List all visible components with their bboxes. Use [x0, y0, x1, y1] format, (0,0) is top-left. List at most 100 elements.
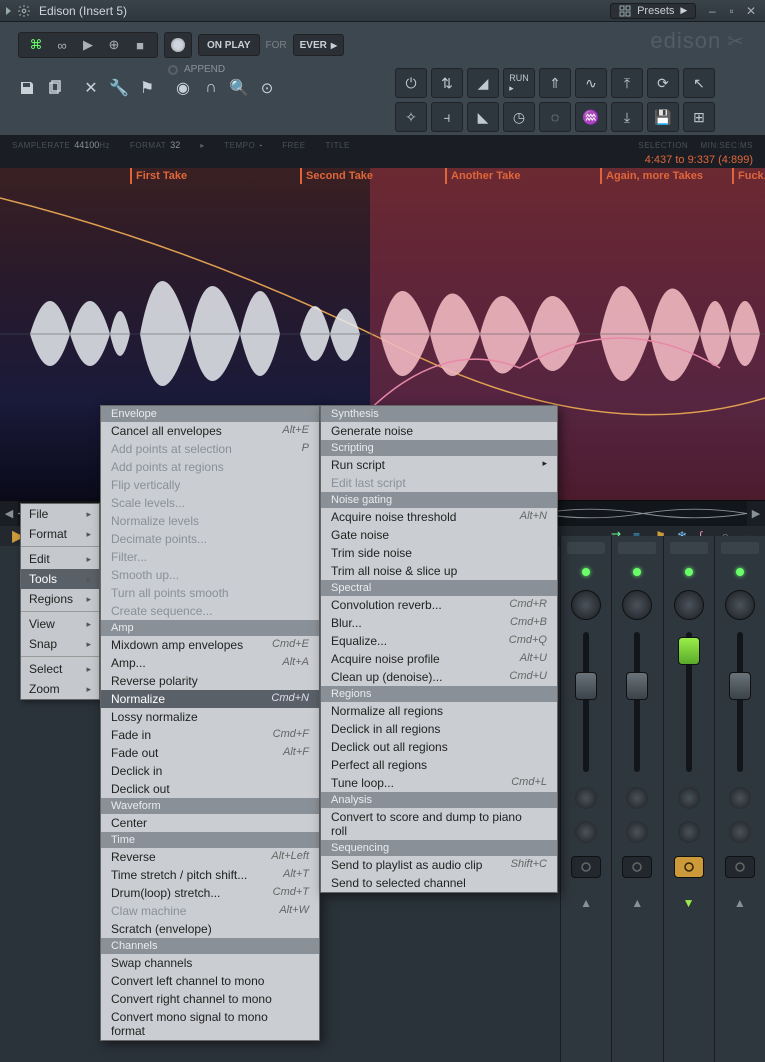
menu-item[interactable]: Center — [101, 814, 319, 832]
pan-knob[interactable] — [622, 590, 652, 620]
save-disk-icon[interactable]: 💾 — [647, 102, 679, 132]
route-button[interactable] — [725, 856, 755, 878]
menu-item[interactable]: Convert mono signal to mono format — [101, 1008, 319, 1040]
menu-item[interactable]: Clean up (denoise)...Cmd+U — [321, 668, 557, 686]
drop-icon[interactable]: ◌ — [539, 102, 571, 132]
fader-track[interactable] — [737, 632, 743, 772]
region-marker[interactable]: Fuck.. — [732, 168, 765, 184]
minimize-icon[interactable]: – — [704, 4, 720, 18]
menu-item[interactable]: Generate noise — [321, 422, 557, 440]
wave-icon[interactable]: ∿ — [575, 68, 607, 98]
save-icon[interactable] — [18, 79, 36, 97]
arrow-up-icon[interactable]: ▲ — [631, 896, 643, 910]
tune-icon[interactable]: ⇅ — [431, 68, 463, 98]
fader-track[interactable] — [686, 632, 692, 772]
menu-item[interactable]: Fade inCmd+F — [101, 726, 319, 744]
menu-item[interactable]: Normalize all regions — [321, 702, 557, 720]
menu-item[interactable]: Swap channels — [101, 954, 319, 972]
menu-item[interactable]: Declick in all regions — [321, 720, 557, 738]
export-drag-icon[interactable]: ⤓ — [611, 102, 643, 132]
beat-icon[interactable]: ⫞ — [431, 102, 463, 132]
menu-item[interactable]: Lossy normalize — [101, 708, 319, 726]
fader-cap[interactable] — [626, 672, 648, 700]
link-icon[interactable]: ⌘ — [27, 36, 45, 54]
menu-item[interactable]: Send to selected channel — [321, 874, 557, 892]
refresh-icon[interactable]: ⟳ — [647, 68, 679, 98]
menu-item[interactable]: Amp...Alt+A — [101, 654, 319, 672]
slice-icon[interactable]: ✧ — [395, 102, 427, 132]
zoom-icon[interactable]: 🔍 — [230, 79, 248, 97]
route-button[interactable] — [571, 856, 601, 878]
main-menu-item-view[interactable]: View▸ — [21, 614, 99, 634]
menu-item[interactable]: NormalizeCmd+N — [101, 690, 319, 708]
arrow-up-icon[interactable]: ▲ — [734, 896, 746, 910]
track-label[interactable] — [567, 542, 605, 554]
eye-icon[interactable]: ◉ — [174, 79, 192, 97]
menu-item[interactable]: Reverse polarity — [101, 672, 319, 690]
track-led-icon[interactable] — [633, 568, 641, 576]
menu-item[interactable]: Blur...Cmd+B — [321, 614, 557, 632]
main-menu-item-format[interactable]: Format▸ — [21, 524, 99, 544]
fader-track[interactable] — [583, 632, 589, 772]
menu-item[interactable]: Equalize...Cmd+Q — [321, 632, 557, 650]
region-marker[interactable]: First Take — [130, 168, 191, 184]
menu-item[interactable]: Declick in — [101, 762, 319, 780]
route-button[interactable] — [622, 856, 652, 878]
menu-item[interactable]: Declick out all regions — [321, 738, 557, 756]
menu-item[interactable]: Tune loop...Cmd+L — [321, 774, 557, 792]
presets-button[interactable]: Presets ▶ — [610, 3, 696, 19]
menu-item[interactable]: Run script▸ — [321, 456, 557, 474]
close-icon[interactable]: ✕ — [743, 4, 759, 18]
route-button[interactable] — [674, 856, 704, 878]
main-menu-item-select[interactable]: Select▸ — [21, 659, 99, 679]
fader-cap[interactable] — [729, 672, 751, 700]
send-knob[interactable] — [729, 821, 751, 843]
scroll-left-icon[interactable]: ◀ — [0, 501, 18, 526]
main-menu-item-snap[interactable]: Snap▸ — [21, 634, 99, 654]
menu-item[interactable]: Time stretch / pitch shift...Alt+T — [101, 866, 319, 884]
menu-item[interactable]: Send to playlist as audio clipShift+C — [321, 856, 557, 874]
fader-cap[interactable] — [575, 672, 597, 700]
region-marker[interactable]: Another Take — [445, 168, 524, 184]
fader-track[interactable] — [634, 632, 640, 772]
ever-button[interactable]: EVER ▶ — [293, 34, 344, 56]
region-marker[interactable]: Again, more Takes — [600, 168, 707, 184]
menu-item[interactable]: Declick out — [101, 780, 319, 798]
headphones-icon[interactable]: ∩ — [202, 79, 220, 97]
send-knob[interactable] — [729, 787, 751, 809]
menu-item[interactable]: Gate noise — [321, 526, 557, 544]
loop-icon[interactable]: ∞ — [53, 36, 71, 54]
append-radio[interactable] — [168, 65, 178, 75]
arrow-up-icon[interactable]: ▲ — [580, 896, 592, 910]
main-menu-item-zoom[interactable]: Zoom▸ — [21, 679, 99, 699]
fader-cap[interactable] — [678, 637, 700, 665]
arrow-down-icon[interactable]: ▼ — [683, 896, 695, 910]
menu-item[interactable]: Drum(loop) stretch...Cmd+T — [101, 884, 319, 902]
send-knob[interactable] — [626, 787, 648, 809]
track-label[interactable] — [721, 542, 759, 554]
menu-item[interactable]: Convolution reverb...Cmd+R — [321, 596, 557, 614]
fade-out-icon[interactable]: ◢ — [467, 68, 499, 98]
menu-item[interactable]: ReverseAlt+Left — [101, 848, 319, 866]
menu-item[interactable]: Fade outAlt+F — [101, 744, 319, 762]
import-icon[interactable]: ⤒ — [611, 68, 643, 98]
pan-knob[interactable] — [674, 590, 704, 620]
menu-item[interactable]: Perfect all regions — [321, 756, 557, 774]
rocket-icon[interactable]: ⇑ — [539, 68, 571, 98]
scroll-right-icon[interactable]: ▶ — [747, 501, 765, 526]
wrench-icon[interactable]: 🔧 — [110, 79, 128, 97]
eq-icon[interactable]: ♒ — [575, 102, 607, 132]
region-marker[interactable]: Second Take — [300, 168, 377, 184]
run-icon[interactable]: RUN▸ — [503, 68, 535, 98]
menu-item[interactable]: Trim side noise — [321, 544, 557, 562]
power-icon[interactable]: ⏻ — [395, 68, 427, 98]
pan-knob[interactable] — [571, 590, 601, 620]
main-menu-item-tools[interactable]: Tools▸ — [21, 569, 99, 589]
clock-icon[interactable]: ◷ — [503, 102, 535, 132]
track-label[interactable] — [670, 542, 708, 554]
menu-item[interactable]: Convert to score and dump to piano roll — [321, 808, 557, 840]
zoom-all-icon[interactable]: ⊙ — [258, 79, 276, 97]
menu-item[interactable]: Cancel all envelopesAlt+E — [101, 422, 319, 440]
cursor-icon[interactable]: ↖ — [683, 68, 715, 98]
collapse-icon[interactable] — [6, 7, 11, 15]
